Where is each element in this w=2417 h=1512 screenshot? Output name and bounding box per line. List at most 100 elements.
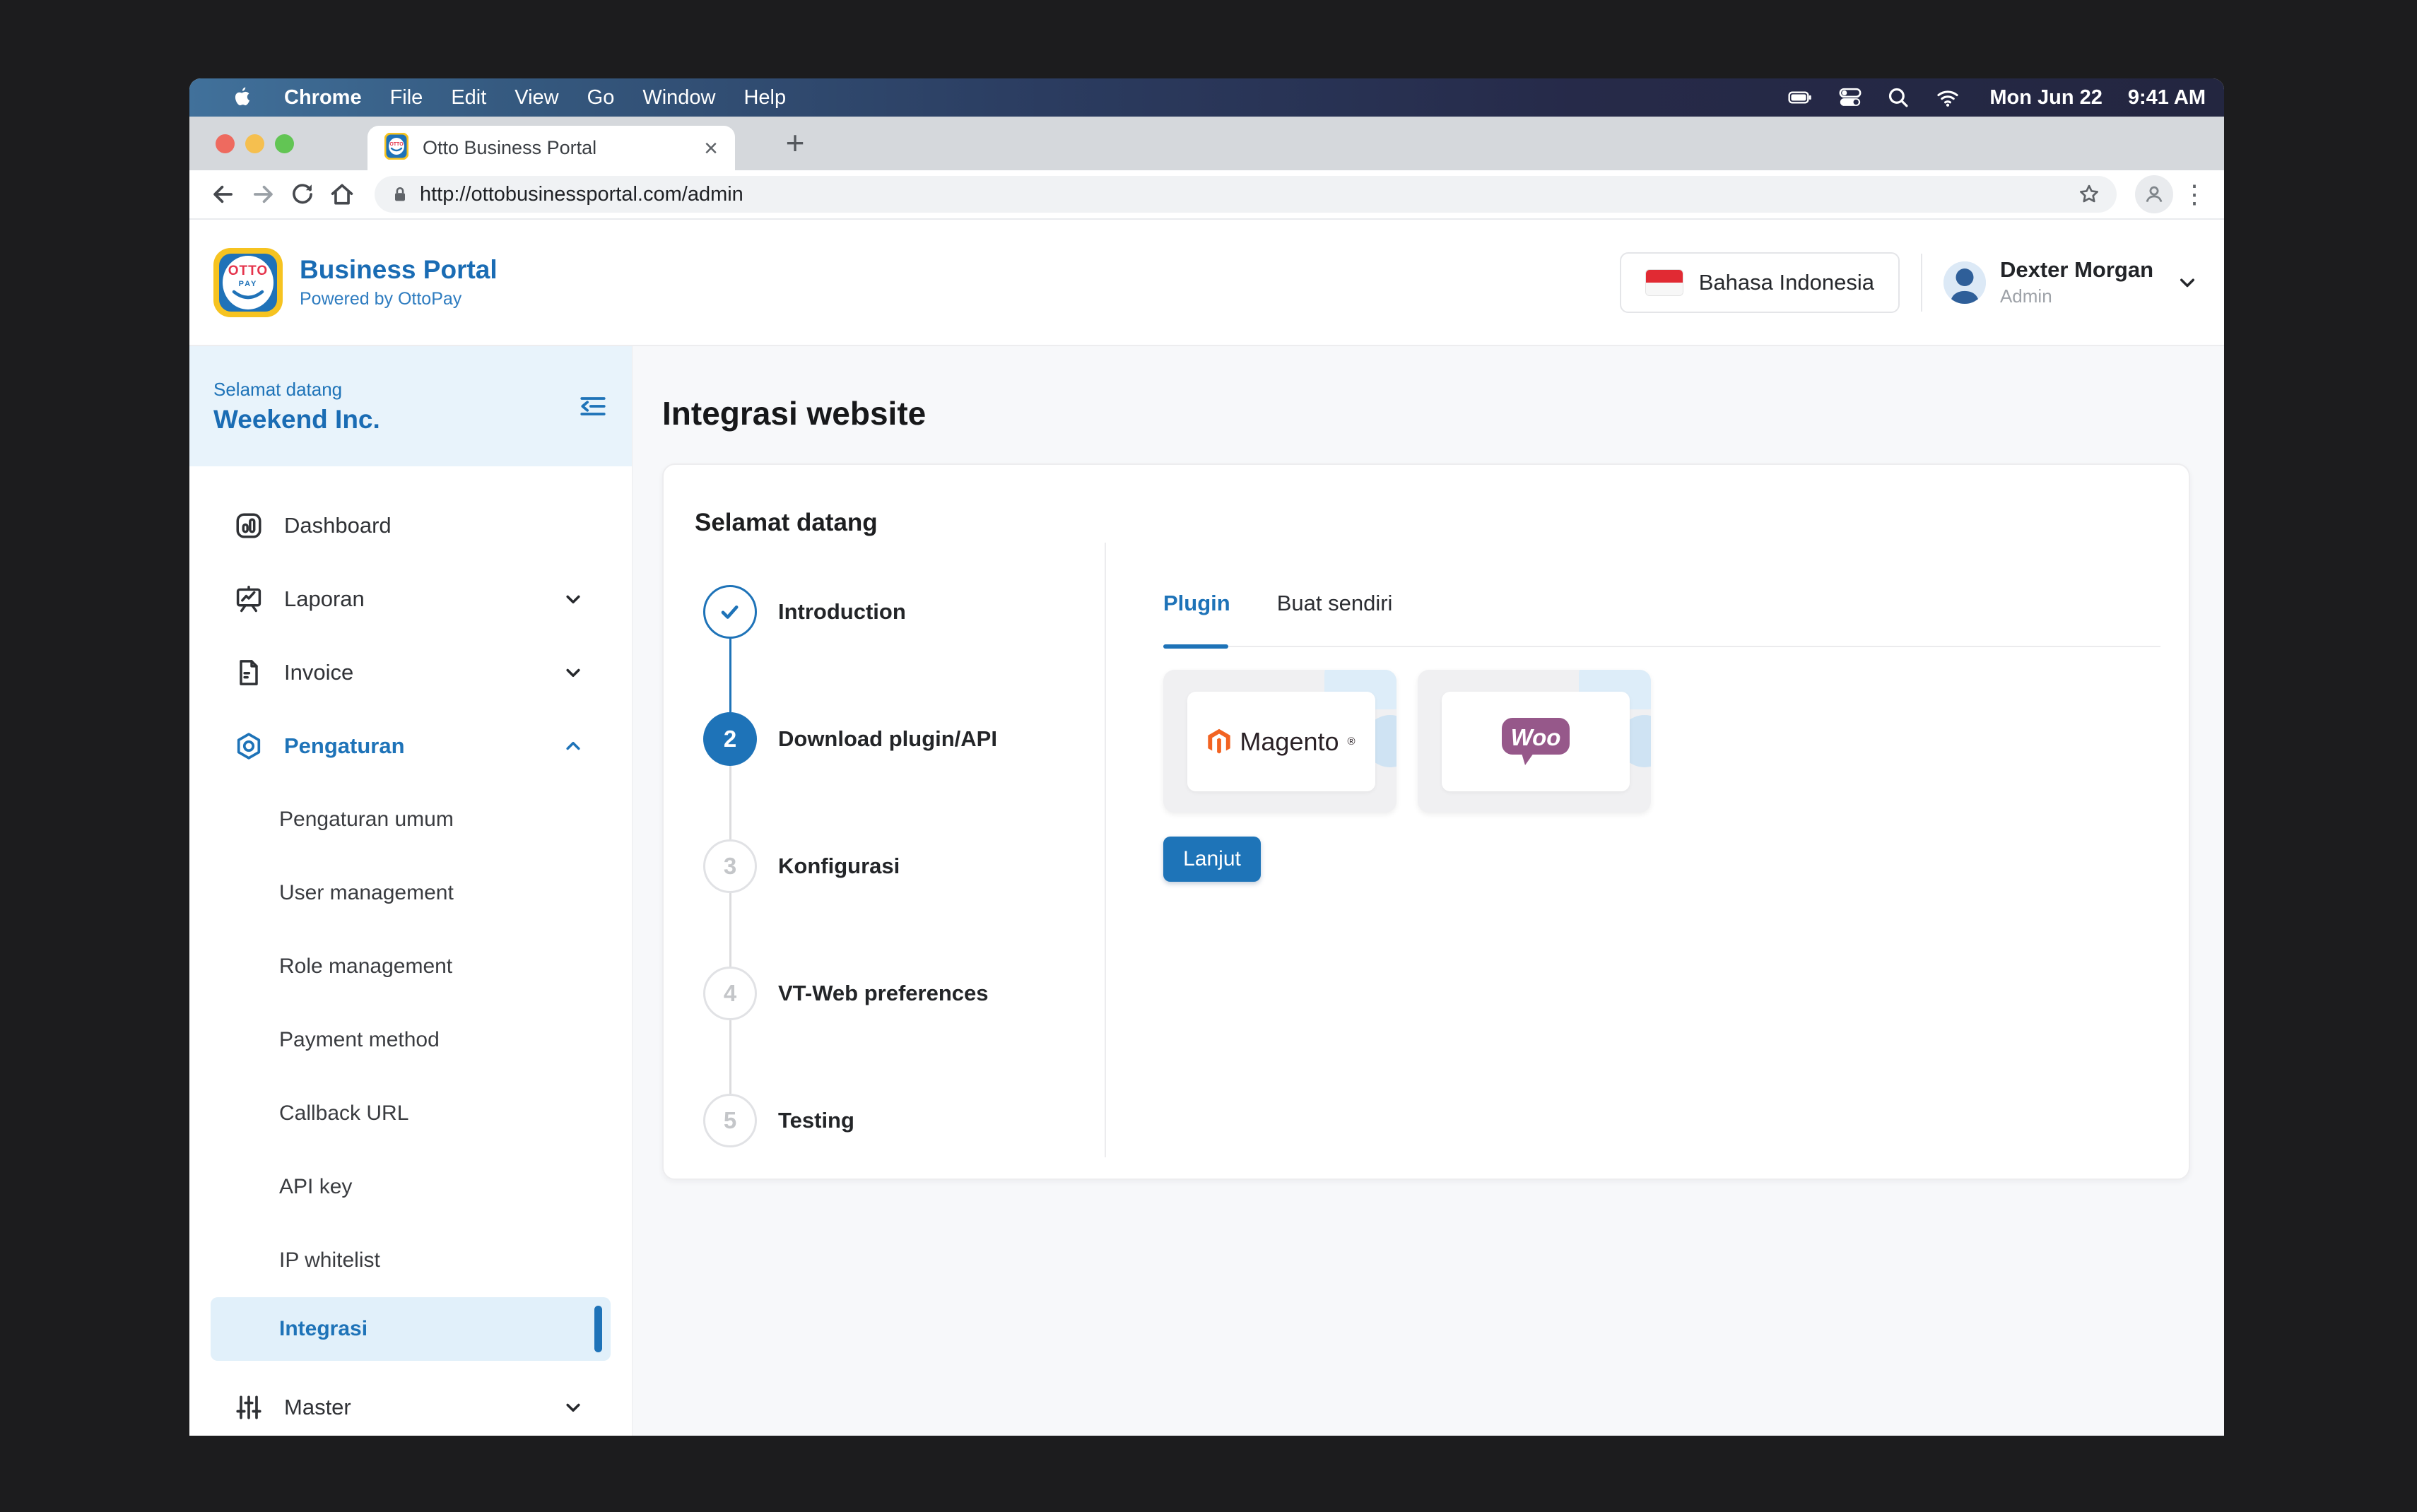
menubar-item-file[interactable]: File [390,86,423,110]
step-connector [729,766,731,839]
forward-icon[interactable] [243,175,283,214]
browser-tab[interactable]: OTTO Otto Business Portal × [367,126,735,170]
step-check-circle [703,585,757,639]
tab-plugin[interactable]: Plugin [1163,591,1230,616]
spotlight-search-icon[interactable] [1886,85,1910,110]
sidebar-item-invoice[interactable]: Invoice [189,636,632,709]
woo-logo-icon: Woo [1500,716,1571,767]
check-icon [716,598,744,626]
step-number: 5 [703,1094,757,1147]
user-avatar[interactable] [1943,261,1986,304]
address-bar[interactable]: http://ottobusinessportal.com/admin [375,176,2117,213]
step-vtweb-preferences[interactable]: 4 VT-Web preferences [703,967,997,1020]
tab-underline-active [1163,644,1228,649]
menubar-clock[interactable]: 9:41 AM [2128,86,2206,110]
menubar-date[interactable]: Mon Jun 22 [1989,86,2103,110]
chevron-down-icon [561,1395,585,1419]
new-tab-button[interactable]: + [775,122,816,163]
control-center-icon[interactable] [1838,85,1862,110]
sidebar-item-label: Dashboard [284,513,392,538]
sidebar: Selamat datang Weekend Inc. Dashboard [189,346,633,1436]
logo-subtext: PAY [239,280,258,288]
header-divider [1921,254,1922,312]
step-connector [729,639,731,712]
report-icon [233,584,264,615]
app-body: Selamat datang Weekend Inc. Dashboard [189,346,2224,1436]
sidebar-subitem-api-key[interactable]: API key [189,1150,632,1224]
lock-icon[interactable] [390,184,410,204]
language-label: Bahasa Indonesia [1699,270,1874,295]
back-icon[interactable] [204,175,243,214]
sidebar-subitem-callback-url[interactable]: Callback URL [189,1077,632,1150]
bookmark-star-icon[interactable] [2077,182,2101,206]
user-name: Dexter Morgan [2000,257,2153,283]
step-testing[interactable]: 5 Testing [703,1094,997,1147]
card-title: Selamat datang [695,509,878,537]
subitem-label: Payment method [279,1028,440,1052]
stepper: Introduction 2 Download plugin/API 3 Kon… [703,585,997,1147]
tab-underline [1163,644,2160,649]
menubar-item-edit[interactable]: Edit [451,86,486,110]
tab-buat-sendiri[interactable]: Buat sendiri [1277,591,1393,616]
sidebar-subitem-role-management[interactable]: Role management [189,930,632,1003]
welcome-label: Selamat datang [213,379,380,401]
macos-menubar: Chrome File Edit View Go Window Help Mon… [189,78,2224,117]
minimize-window-button[interactable] [245,134,264,153]
svg-text:Woo: Woo [1511,724,1561,750]
sidebar-subitem-ip-whitelist[interactable]: IP whitelist [189,1224,632,1297]
sidebar-subitem-pengaturan-umum[interactable]: Pengaturan umum [189,783,632,856]
continue-button[interactable]: Lanjut [1163,837,1261,882]
brand-title: Business Portal [300,255,498,285]
sidebar-item-pengaturan[interactable]: Pengaturan [189,709,632,783]
language-selector[interactable]: Bahasa Indonesia [1620,252,1900,313]
invoice-icon [233,657,264,688]
dashboard-icon [233,510,264,541]
url-text[interactable]: http://ottobusinessportal.com/admin [420,183,2077,206]
menubar-item-window[interactable]: Window [642,86,715,110]
tab-favicon: OTTO [384,133,408,163]
step-label: Introduction [778,599,906,625]
menubar-item-view[interactable]: View [514,86,558,110]
wifi-icon[interactable] [1934,85,1961,110]
battery-icon[interactable] [1786,86,1814,109]
browser-menu-icon[interactable]: ⋮ [2179,179,2210,209]
step-download-plugin[interactable]: 2 Download plugin/API [703,712,997,766]
close-window-button[interactable] [216,134,235,153]
sidebar-item-dashboard[interactable]: Dashboard [189,489,632,562]
user-chevron-down-icon[interactable] [2175,270,2200,295]
step-konfigurasi[interactable]: 3 Konfigurasi [703,839,997,893]
subitem-label: User management [279,881,454,905]
sidebar-collapse-icon[interactable] [578,391,608,421]
browser-profile-icon[interactable] [2135,175,2173,213]
home-icon[interactable] [322,175,362,214]
sidebar-subitem-payment-method[interactable]: Payment method [189,1003,632,1077]
subitem-label: API key [279,1175,352,1199]
zoom-window-button[interactable] [275,134,294,153]
sidebar-item-label: Pengaturan [284,733,405,759]
menubar-item-go[interactable]: Go [587,86,615,110]
menubar-item-help[interactable]: Help [743,86,786,110]
user-menu[interactable]: Dexter Morgan Admin [2000,257,2153,307]
logo-smile [230,290,266,301]
plugin-card-woocommerce[interactable]: Woo [1418,670,1651,813]
chevron-down-icon [561,661,585,685]
step-connector [729,893,731,967]
step-number: 3 [703,839,757,893]
sidebar-subitem-user-management[interactable]: User management [189,856,632,930]
traffic-lights [216,134,294,153]
close-tab-icon[interactable]: × [704,136,718,160]
sidebar-item-master[interactable]: Master [189,1371,632,1436]
step-label: Testing [778,1108,854,1133]
reload-icon[interactable] [283,175,322,214]
sidebar-item-laporan[interactable]: Laporan [189,562,632,636]
menubar-item-chrome[interactable]: Chrome [284,86,362,110]
brand-block: Business Portal Powered by OttoPay [300,255,498,309]
apple-icon[interactable] [230,86,253,109]
step-introduction[interactable]: Introduction [703,585,997,639]
sidebar-subitem-integrasi[interactable]: Integrasi [211,1297,611,1361]
indonesia-flag-icon [1645,269,1683,296]
sidebar-item-label: Master [284,1395,351,1420]
subitem-label: Callback URL [279,1101,408,1126]
browser-toolbar: http://ottobusinessportal.com/admin ⋮ [189,170,2224,220]
plugin-card-magento[interactable]: Magento® [1163,670,1396,813]
